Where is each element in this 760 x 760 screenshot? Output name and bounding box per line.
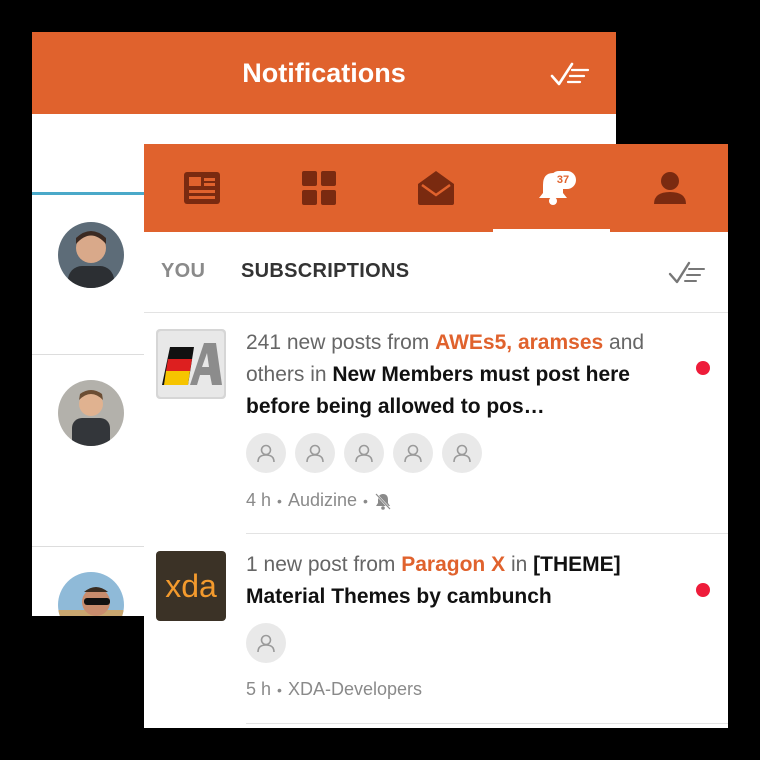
- nav-profile[interactable]: [611, 144, 728, 232]
- forum-logo-audizine: [156, 329, 226, 399]
- list-item[interactable]: xda 1 new post from Paragon X in [THEME]…: [144, 534, 728, 724]
- back-divider: [32, 354, 144, 355]
- separator-dot: •: [362, 492, 368, 509]
- tab-subscriptions[interactable]: SUBSCRIPTIONS: [241, 260, 409, 283]
- participant-avatars: [246, 433, 482, 473]
- forum-source[interactable]: XDA-Developers: [288, 679, 422, 700]
- message-middle: in: [505, 553, 534, 576]
- avatar-placeholder[interactable]: [393, 433, 433, 473]
- timestamp: 4 h: [246, 490, 272, 510]
- page-title: Notifications: [242, 58, 406, 88]
- bell-off-icon[interactable]: [374, 492, 392, 510]
- person-outline-icon: [355, 444, 373, 463]
- person-outline-icon: [306, 444, 324, 463]
- notifications-screen: 37 YOU SUBSCRIPTIONS 241 new posts from …: [144, 144, 728, 728]
- back-divider: [32, 546, 144, 547]
- avatar-placeholder[interactable]: [295, 433, 335, 473]
- unread-dot: [696, 583, 710, 597]
- avatar-placeholder[interactable]: [246, 623, 286, 663]
- unread-dot: [696, 361, 710, 375]
- message-users[interactable]: AWEs5, aramses: [435, 331, 603, 354]
- avatar-placeholder[interactable]: [442, 433, 482, 473]
- newspaper-icon: [184, 172, 221, 204]
- divider: [246, 723, 728, 724]
- message-prefix: 1 new post from: [246, 553, 402, 576]
- envelope-icon: [417, 171, 454, 205]
- nav-feed[interactable]: [144, 144, 261, 232]
- message-prefix: 241 new posts from: [246, 331, 436, 354]
- notification-message: 1 new post from Paragon X in [THEME] Mat…: [246, 549, 686, 613]
- person-outline-icon: [257, 634, 275, 653]
- tab-you[interactable]: YOU: [161, 260, 205, 283]
- nav-forums[interactable]: [261, 144, 378, 232]
- person-outline-icon: [453, 444, 471, 463]
- avatar-placeholder[interactable]: [344, 433, 384, 473]
- person-outline-icon: [404, 444, 422, 463]
- separator-dot: •: [277, 681, 282, 698]
- nav-notifications[interactable]: [494, 144, 611, 232]
- list-item[interactable]: 241 new posts from AWEs5, aramses and ot…: [144, 312, 728, 534]
- notification-count-badge: 37: [550, 171, 576, 189]
- avatar[interactable]: [58, 222, 124, 288]
- tab-bar: YOU SUBSCRIPTIONS: [144, 232, 728, 313]
- forum-source[interactable]: Audizine: [288, 490, 357, 511]
- avatar-placeholder[interactable]: [246, 433, 286, 473]
- timestamp: 5 h: [246, 679, 272, 699]
- mark-all-read-icon[interactable]: [668, 260, 708, 286]
- back-header-bar: Notifications: [32, 32, 616, 114]
- participant-avatars: [246, 623, 286, 663]
- nav-messages[interactable]: [378, 144, 495, 232]
- notification-message: 241 new posts from AWEs5, aramses and ot…: [246, 327, 686, 423]
- mark-all-read-icon[interactable]: [550, 60, 592, 88]
- separator-dot: •: [277, 492, 282, 509]
- notification-meta: 4 h • Audizine •: [246, 490, 392, 511]
- svg-text:xda: xda: [165, 568, 217, 604]
- bottom-navigation: 37: [144, 144, 728, 232]
- grid-icon: [302, 171, 337, 205]
- notification-meta: 5 h • XDA-Developers: [246, 679, 422, 700]
- avatar[interactable]: [58, 572, 124, 616]
- back-tab-indicator: [32, 192, 144, 195]
- avatar[interactable]: [58, 380, 124, 446]
- message-users[interactable]: Paragon X: [401, 553, 505, 576]
- person-outline-icon: [257, 444, 275, 463]
- person-icon: [653, 172, 686, 204]
- forum-logo-xda: xda: [156, 551, 226, 621]
